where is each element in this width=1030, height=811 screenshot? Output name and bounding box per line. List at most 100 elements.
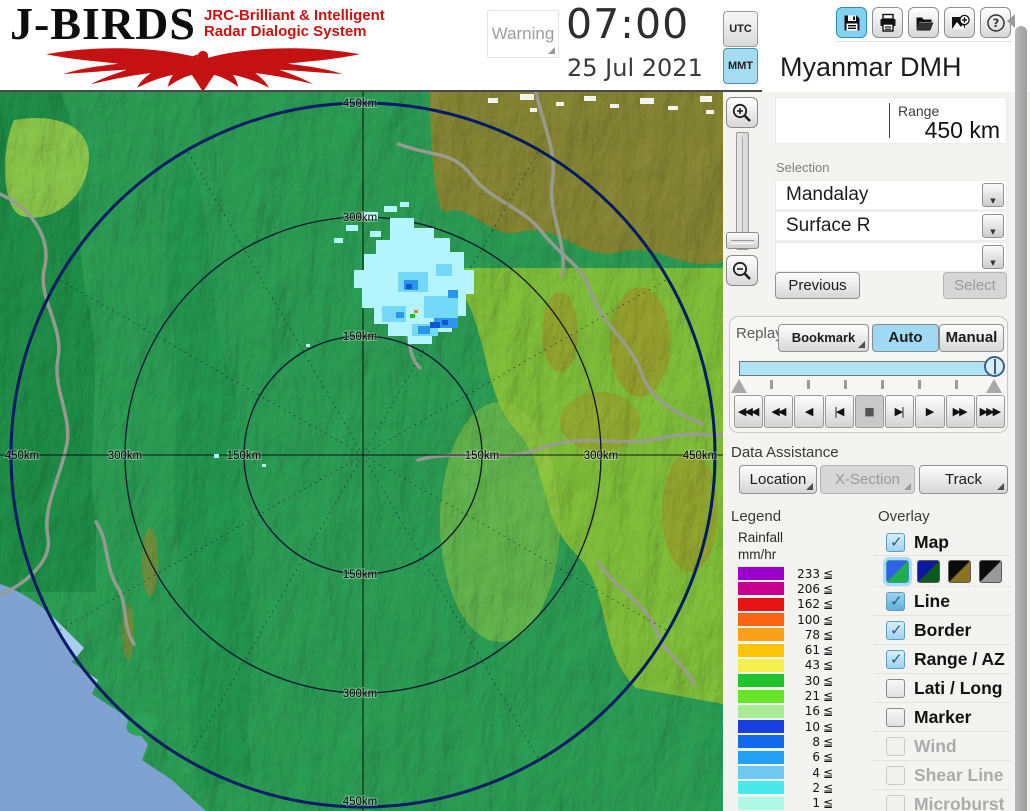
- bookmark-button[interactable]: Bookmark: [778, 324, 869, 352]
- utc-button[interactable]: UTC: [723, 11, 758, 47]
- overlay-row-lati-long: Lati / Long: [873, 674, 1011, 703]
- warning-button[interactable]: Warning: [487, 10, 559, 58]
- map-checkbox-label[interactable]: Map: [914, 532, 949, 553]
- legend-row: 10≦: [738, 719, 858, 734]
- save-button[interactable]: [836, 7, 867, 38]
- legend-swatch: [738, 582, 784, 595]
- replay-start-marker[interactable]: [731, 379, 747, 393]
- legend-row: 43≦: [738, 658, 858, 673]
- svg-text:450km: 450km: [5, 450, 40, 462]
- side-collapse-strip[interactable]: [1015, 26, 1027, 811]
- overlay-row-map: Map: [873, 529, 1011, 556]
- legend-unit-text: mm/hr: [738, 547, 776, 562]
- legend-row: 1≦: [738, 795, 858, 810]
- map-style-blue-green[interactable]: [886, 560, 909, 583]
- legend-swatch: [738, 705, 784, 718]
- playback-controls: ◀◀◀ ◀◀ ◀ |◀ ■ ▶| ▶ ▶▶ ▶▶▶: [734, 395, 1005, 428]
- manual-button[interactable]: Manual: [939, 324, 1004, 352]
- range-az-checkbox[interactable]: [886, 650, 905, 669]
- legend-swatch: [738, 751, 784, 764]
- map-checkbox[interactable]: [886, 533, 905, 552]
- stop-button[interactable]: ■: [855, 395, 884, 428]
- svg-text:300km: 300km: [584, 450, 619, 462]
- legend-row: 206≦: [738, 581, 858, 596]
- clock-date: 25 Jul 2021: [567, 54, 703, 82]
- play-button[interactable]: ▶: [915, 395, 944, 428]
- data-assistance-label: Data Assistance: [731, 444, 839, 461]
- range-az-checkbox-label[interactable]: Range / AZ: [914, 649, 1005, 670]
- legend-row: 78≦: [738, 627, 858, 642]
- legend-swatch: [738, 613, 784, 626]
- print-icon: [878, 13, 898, 33]
- mmt-button[interactable]: MMT: [723, 48, 758, 84]
- select-button[interactable]: Select: [943, 272, 1007, 299]
- legend-row: 2≦: [738, 780, 858, 795]
- replay-position-handle[interactable]: [984, 356, 1005, 377]
- step-forward-button[interactable]: ▶|: [885, 395, 914, 428]
- clock-time: 07:00: [566, 0, 689, 48]
- legend-row: 6≦: [738, 750, 858, 765]
- zoom-slider-handle[interactable]: [726, 232, 759, 249]
- line-checkbox-label[interactable]: Line: [914, 591, 950, 612]
- product-dropdown-button[interactable]: [982, 214, 1004, 238]
- jump-backward-button[interactable]: ◀◀◀: [734, 395, 763, 428]
- legend-swatch: [738, 781, 784, 794]
- location-button[interactable]: Location: [739, 465, 817, 494]
- save-icon: [842, 13, 862, 33]
- replay-progress-track[interactable]: [739, 361, 997, 376]
- rainfall-legend: 233≦ 206≦ 162≦ 100≦ 78≦ 61≦ 43≦ 30≦ 21≦ …: [738, 566, 858, 811]
- selection-label: Selection: [776, 160, 829, 175]
- replay-label: Replay: [736, 325, 783, 342]
- step-back-button[interactable]: |◀: [825, 395, 854, 428]
- add-image-button[interactable]: [944, 7, 975, 38]
- option-dropdown-button[interactable]: [982, 245, 1004, 269]
- marker-checkbox[interactable]: [886, 708, 905, 727]
- lati-long-checkbox[interactable]: [886, 679, 905, 698]
- replay-end-marker[interactable]: [986, 379, 1002, 393]
- header: J-BIRDS JRC-Brilliant & Intelligent Rada…: [0, 0, 1030, 92]
- x-section-button[interactable]: X-Section: [820, 465, 915, 494]
- legend-swatch: [738, 766, 784, 779]
- overlay-row-microburst: Microburst: [873, 790, 1011, 811]
- zoom-in-icon: [731, 102, 753, 124]
- lati-long-checkbox-label[interactable]: Lati / Long: [914, 678, 1002, 699]
- radar-map-viewport[interactable]: 450km 300km 150km 150km 300km 450km 450k…: [0, 92, 723, 811]
- product-dropdown[interactable]: Surface R: [775, 211, 1007, 241]
- logo-title: J-BIRDS: [10, 2, 196, 46]
- legend-title: Rainfall mm/hr: [738, 529, 783, 563]
- line-checkbox[interactable]: [886, 592, 905, 611]
- zoom-out-button[interactable]: [726, 255, 758, 286]
- option-dropdown[interactable]: [775, 242, 1007, 272]
- fast-rewind-button[interactable]: ◀◀: [764, 395, 793, 428]
- marker-checkbox-label[interactable]: Marker: [914, 707, 971, 728]
- print-button[interactable]: [872, 7, 903, 38]
- previous-button[interactable]: Previous: [775, 272, 860, 299]
- svg-text:150km: 150km: [465, 450, 500, 462]
- map-style-navy-darkgreen[interactable]: [917, 560, 940, 583]
- legend-swatch: [738, 690, 784, 703]
- overlay-row-wind: Wind: [873, 732, 1011, 761]
- jbirds-logo: J-BIRDS JRC-Brilliant & Intelligent Rada…: [10, 2, 402, 90]
- panel-collapse-arrow-icon[interactable]: [1007, 14, 1015, 28]
- site-dropdown-button[interactable]: [982, 183, 1004, 207]
- overlay-row-shear-line: Shear Line: [873, 761, 1011, 790]
- map-style-black-olive[interactable]: [948, 560, 971, 583]
- zoom-in-button[interactable]: [726, 97, 758, 128]
- site-dropdown-value: Mandalay: [786, 184, 868, 205]
- track-button[interactable]: Track: [919, 465, 1008, 494]
- auto-button[interactable]: Auto: [872, 324, 939, 352]
- open-folder-icon: [914, 13, 934, 33]
- jump-forward-button[interactable]: ▶▶▶: [976, 395, 1005, 428]
- svg-text:450km: 450km: [343, 796, 378, 808]
- svg-text:450km: 450km: [343, 98, 378, 110]
- jbirds-app: J-BIRDS JRC-Brilliant & Intelligent Rada…: [0, 0, 1030, 811]
- border-checkbox-label[interactable]: Border: [914, 620, 971, 641]
- range-value: 450 km: [925, 117, 1000, 144]
- rewind-button[interactable]: ◀: [794, 395, 823, 428]
- open-folder-button[interactable]: [908, 7, 939, 38]
- border-checkbox[interactable]: [886, 621, 905, 640]
- legend-row: 30≦: [738, 673, 858, 688]
- fast-forward-button[interactable]: ▶▶: [946, 395, 975, 428]
- map-style-black-gray[interactable]: [979, 560, 1002, 583]
- site-dropdown[interactable]: Mandalay: [775, 180, 1007, 210]
